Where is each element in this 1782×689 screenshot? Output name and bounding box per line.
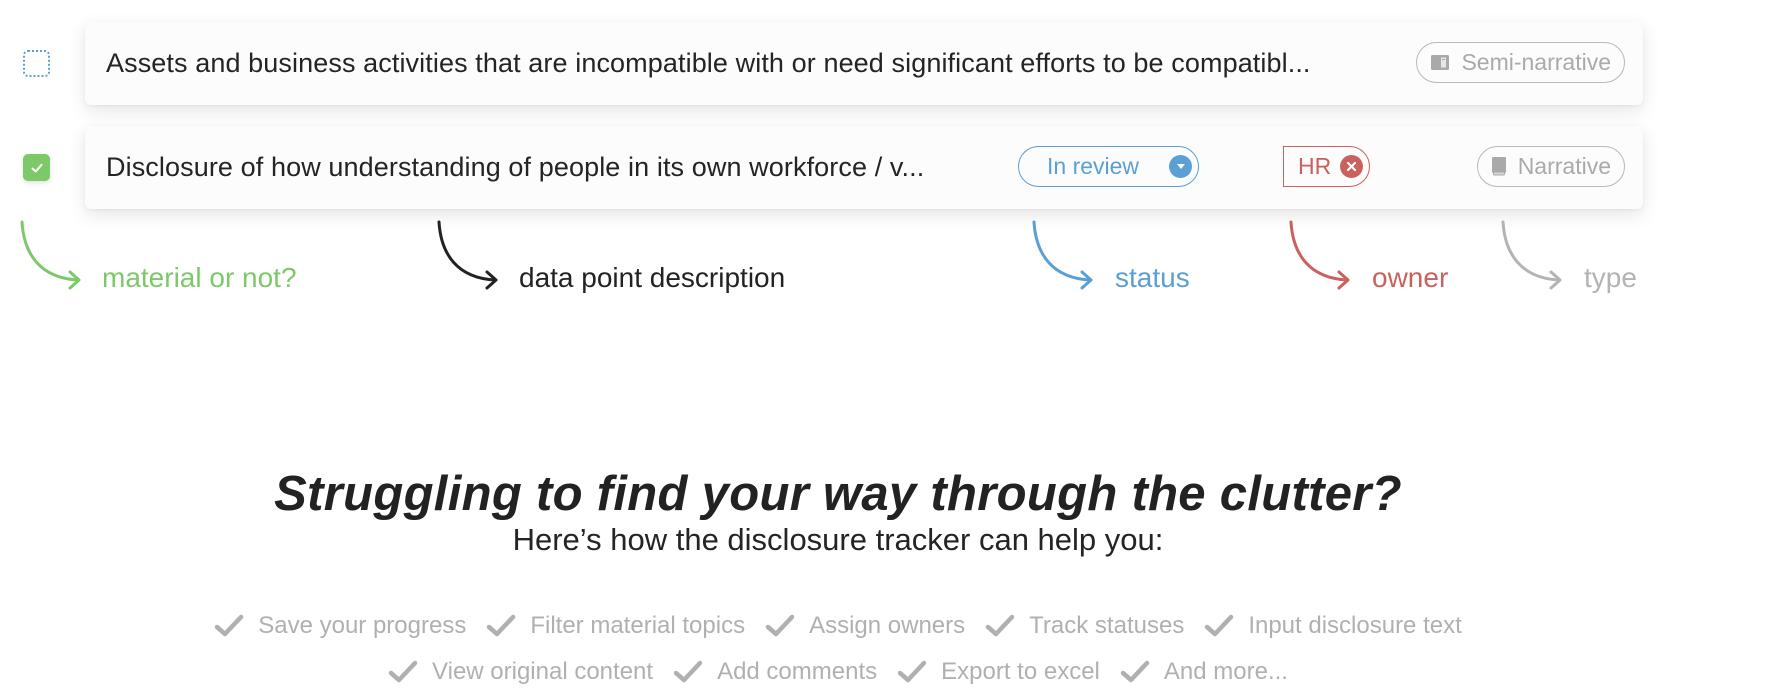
feature-item: Track statuses <box>985 612 1184 640</box>
type-label: Semi-narrative <box>1461 49 1611 75</box>
check-icon <box>1120 660 1150 683</box>
curved-arrow-icon <box>20 220 81 290</box>
half-book-icon <box>1431 55 1450 70</box>
feature-item: Filter material topics <box>486 612 745 640</box>
feature-item: Save your progress <box>214 612 466 640</box>
features-row: View original content Add comments Expor… <box>0 658 1676 686</box>
annotation-label: material or not? <box>102 262 297 293</box>
feature-item: Export to excel <box>897 658 1100 686</box>
feature-item: Input disclosure text <box>1204 612 1462 640</box>
data-point-description: Disclosure of how understanding of peopl… <box>106 152 925 182</box>
book-icon <box>1491 157 1506 176</box>
material-checkbox-checked[interactable] <box>23 154 50 181</box>
check-icon <box>1205 614 1234 637</box>
disclosure-tracker-showcase: Assets and business activities that are … <box>0 0 1782 689</box>
annotation-label: type <box>1584 262 1637 293</box>
close-icon[interactable] <box>1340 155 1363 178</box>
feature-item: Assign owners <box>765 612 965 640</box>
material-checkbox-unchecked[interactable] <box>23 50 50 77</box>
feature-item: And more... <box>1120 658 1288 686</box>
check-icon <box>765 614 795 637</box>
check-icon <box>31 163 42 172</box>
data-point-card[interactable]: Assets and business activities that are … <box>85 22 1643 105</box>
data-point-card[interactable]: Disclosure of how understanding of peopl… <box>85 126 1643 209</box>
check-icon <box>487 614 516 637</box>
check-icon <box>673 660 703 683</box>
curved-arrow-icon <box>437 220 498 290</box>
subheadline: Here’s how the disclosure tracker can he… <box>512 522 1164 557</box>
annotation-label: owner <box>1372 262 1449 293</box>
type-badge: Semi-narrative <box>1416 42 1625 83</box>
check-icon <box>214 614 244 637</box>
headline: Struggling to find your way through the … <box>274 467 1402 521</box>
curved-arrow-icon <box>1289 220 1350 290</box>
owner-label: HR <box>1298 153 1332 179</box>
chevron-down-icon <box>1169 155 1192 178</box>
status-dropdown[interactable]: In review <box>1018 146 1199 187</box>
feature-item: View original content <box>388 658 653 686</box>
type-label: Narrative <box>1517 153 1611 179</box>
feature-item: Add comments <box>673 658 877 686</box>
check-icon <box>388 660 418 683</box>
curved-arrow-icon <box>1501 220 1562 290</box>
data-point-description: Assets and business activities that are … <box>106 48 1311 78</box>
type-badge: Narrative <box>1476 146 1625 187</box>
owner-tag: HR <box>1283 146 1370 187</box>
features-row: Save your progress Filter material topic… <box>0 612 1676 640</box>
check-icon <box>897 660 927 683</box>
annotation-label: data point description <box>519 262 786 293</box>
curved-arrow-icon <box>1032 220 1093 290</box>
annotation-label: status <box>1115 262 1190 293</box>
status-label: In review <box>1047 153 1140 179</box>
check-icon <box>985 614 1015 637</box>
